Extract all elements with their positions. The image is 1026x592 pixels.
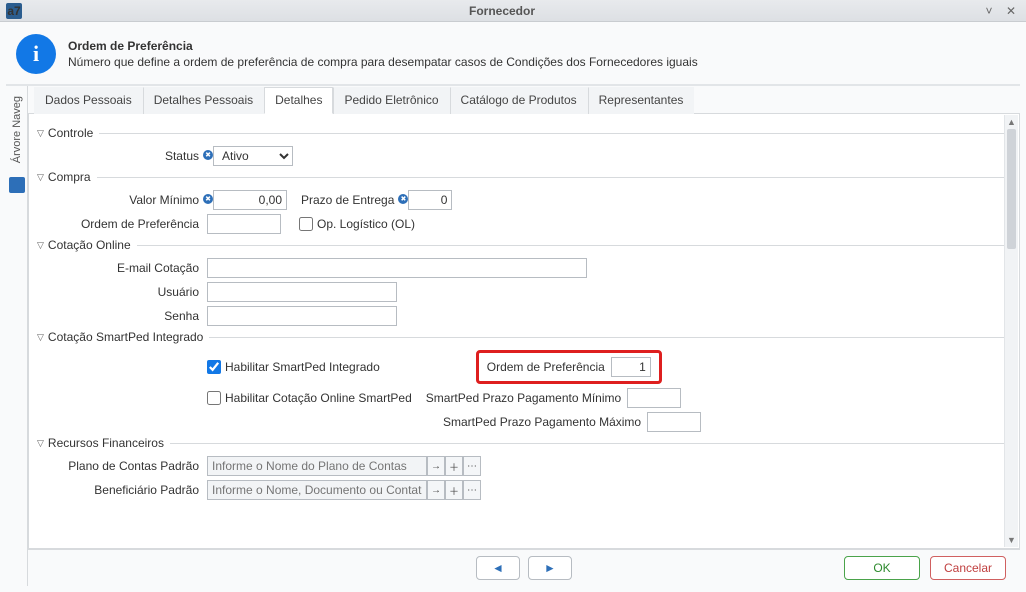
prazo-entrega-label: Prazo de Entrega xyxy=(301,193,394,207)
ordem-pref-input[interactable] xyxy=(207,214,281,234)
tabs: Dados Pessoais Detalhes Pessoais Detalhe… xyxy=(28,86,1020,114)
usuario-input[interactable] xyxy=(207,282,397,302)
info-icon: i xyxy=(16,34,56,74)
goto-icon[interactable]: → xyxy=(427,456,445,476)
senha-label: Senha xyxy=(37,309,207,323)
collapse-icon[interactable]: ▽ xyxy=(37,172,44,183)
add-icon[interactable]: ＋ xyxy=(445,480,463,500)
more-icon[interactable]: ⋯ xyxy=(463,480,481,500)
form-area: Dados Pessoais Detalhes Pessoais Detalhe… xyxy=(28,86,1020,586)
smartped-prazo-min-label: SmartPed Prazo Pagamento Mínimo xyxy=(426,391,621,405)
group-recursos-title: Recursos Financeiros xyxy=(48,436,164,450)
senha-input[interactable] xyxy=(207,306,397,326)
tab-dados-pessoais[interactable]: Dados Pessoais xyxy=(34,87,143,114)
collapse-icon[interactable]: ▽ xyxy=(37,438,44,449)
ordem-pref-label: Ordem de Preferência xyxy=(37,217,207,231)
divider xyxy=(209,337,1005,338)
goto-icon[interactable]: → xyxy=(427,480,445,500)
divider xyxy=(137,245,1005,246)
tab-pedido-eletronico[interactable]: Pedido Eletrônico xyxy=(333,87,449,114)
habilitar-cot-online-smartped-label: Habilitar Cotação Online SmartPed xyxy=(225,391,412,405)
scroll-down-icon[interactable]: ▼ xyxy=(1005,533,1018,547)
beneficiario-input[interactable] xyxy=(207,480,427,500)
header-text: Ordem de Preferência Número que define a… xyxy=(68,39,698,69)
cancel-button[interactable]: Cancelar xyxy=(930,556,1006,580)
plano-contas-label: Plano de Contas Padrão xyxy=(37,459,207,473)
status-select[interactable]: Ativo xyxy=(213,146,293,166)
side-rail-label[interactable]: Árvore Naveg xyxy=(11,96,23,163)
habilitar-smartped-checkbox[interactable] xyxy=(207,360,221,374)
divider xyxy=(97,177,1005,178)
usuario-label: Usuário xyxy=(37,285,207,299)
op-logistico-label: Op. Logístico (OL) xyxy=(317,217,415,231)
next-button[interactable]: ► xyxy=(528,556,572,580)
ok-button[interactable]: OK xyxy=(844,556,920,580)
tab-detalhes-pessoais[interactable]: Detalhes Pessoais xyxy=(143,87,264,114)
group-compra: ▽ Compra xyxy=(37,170,1005,184)
scroll-pane: ▽ Controle Status Ativo ▽ Comp xyxy=(28,114,1020,549)
collapse-icon[interactable]: ▽ xyxy=(37,240,44,251)
group-controle-title: Controle xyxy=(48,126,93,140)
group-cot-online-title: Cotação Online xyxy=(48,238,131,252)
email-cotacao-input[interactable] xyxy=(207,258,587,278)
valor-minimo-input[interactable] xyxy=(213,190,287,210)
smartped-prazo-max-label: SmartPed Prazo Pagamento Máximo xyxy=(443,415,641,429)
header-title: Ordem de Preferência xyxy=(68,39,698,53)
divider xyxy=(99,133,1005,134)
main: Árvore Naveg Dados Pessoais Detalhes Pes… xyxy=(6,85,1020,586)
collapse-icon[interactable]: ▽ xyxy=(37,332,44,343)
window-title: Fornecedor xyxy=(28,4,976,18)
smartped-ordem-pref-input[interactable] xyxy=(611,357,651,377)
email-cotacao-label: E-mail Cotação xyxy=(37,261,207,275)
vertical-scrollbar[interactable]: ▲ ▼ xyxy=(1004,115,1018,547)
plano-contas-input[interactable] xyxy=(207,456,427,476)
side-rail: Árvore Naveg xyxy=(6,86,28,586)
prev-button[interactable]: ◄ xyxy=(476,556,520,580)
header-subtitle: Número que define a ordem de preferência… xyxy=(68,55,698,69)
divider xyxy=(170,443,1005,444)
prazo-entrega-input[interactable] xyxy=(408,190,452,210)
highlight-ordem-preferencia: Ordem de Preferência xyxy=(476,350,662,384)
scrollbar-thumb[interactable] xyxy=(1007,129,1016,249)
app-icon: a7 xyxy=(6,3,22,19)
habilitar-cot-online-smartped-checkbox[interactable] xyxy=(207,391,221,405)
habilitar-smartped-label: Habilitar SmartPed Integrado xyxy=(225,360,380,374)
minimize-icon[interactable]: ˅ xyxy=(980,2,998,20)
smartped-prazo-min-input[interactable] xyxy=(627,388,681,408)
tab-detalhes[interactable]: Detalhes xyxy=(264,87,333,114)
smartped-ordem-pref-label: Ordem de Preferência xyxy=(487,360,605,374)
footer: ◄ ► OK Cancelar xyxy=(28,549,1020,586)
side-rail-icon[interactable] xyxy=(9,177,25,193)
more-icon[interactable]: ⋯ xyxy=(463,456,481,476)
smartped-prazo-max-input[interactable] xyxy=(647,412,701,432)
tab-catalogo-produtos[interactable]: Catálogo de Produtos xyxy=(450,87,588,114)
tab-representantes[interactable]: Representantes xyxy=(588,87,695,114)
collapse-icon[interactable]: ▽ xyxy=(37,128,44,139)
status-label: Status xyxy=(37,149,207,163)
group-controle: ▽ Controle xyxy=(37,126,1005,140)
titlebar: a7 Fornecedor ˅ ✕ xyxy=(0,0,1026,22)
group-recursos: ▽ Recursos Financeiros xyxy=(37,436,1005,450)
op-logistico-checkbox[interactable] xyxy=(299,217,313,231)
scroll-up-icon[interactable]: ▲ xyxy=(1005,115,1018,129)
group-compra-title: Compra xyxy=(48,170,91,184)
header-info: i Ordem de Preferência Número que define… xyxy=(6,28,1020,85)
group-smartped: ▽ Cotação SmartPed Integrado xyxy=(37,330,1005,344)
content: i Ordem de Preferência Número que define… xyxy=(0,22,1026,592)
beneficiario-label: Beneficiário Padrão xyxy=(37,483,207,497)
add-icon[interactable]: ＋ xyxy=(445,456,463,476)
valor-minimo-label: Valor Mínimo xyxy=(37,193,207,207)
close-icon[interactable]: ✕ xyxy=(1002,2,1020,20)
group-cotacao-online: ▽ Cotação Online xyxy=(37,238,1005,252)
group-smartped-title: Cotação SmartPed Integrado xyxy=(48,330,203,344)
window: a7 Fornecedor ˅ ✕ i Ordem de Preferência… xyxy=(0,0,1026,592)
